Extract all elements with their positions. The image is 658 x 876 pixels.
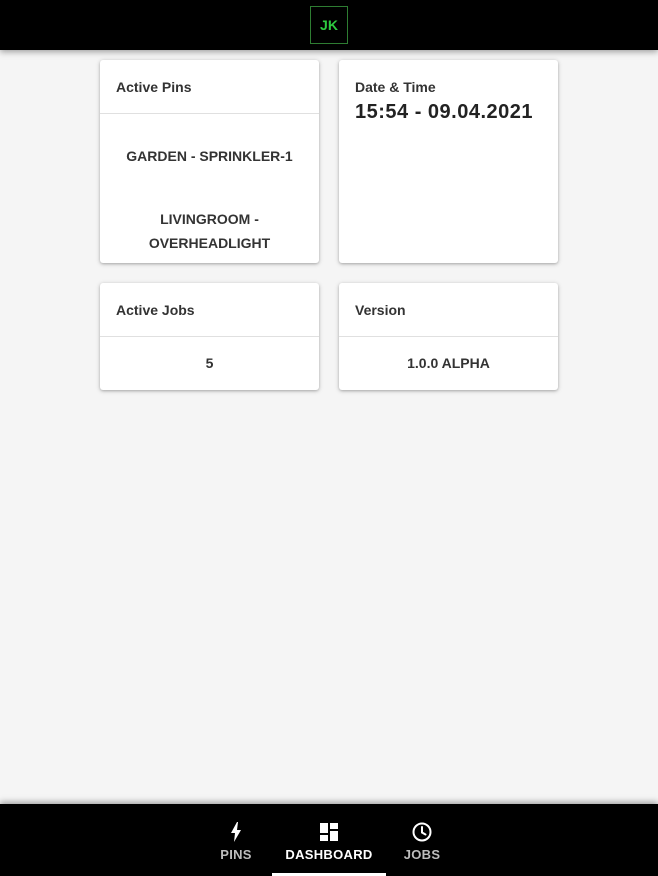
top-app-bar: JK [0,0,658,50]
nav-jobs[interactable]: JOBS [392,804,452,876]
logo-text: JK [320,17,338,33]
active-jobs-card: Active Jobs 5 [100,283,319,390]
active-jobs-count: 5 [205,355,214,371]
current-datetime: 15:54 - 09.04.2021 [355,101,534,123]
pin-item[interactable]: LIVINGROOM - OVERHEADLIGHT [132,207,287,255]
nav-dashboard[interactable]: DASHBOARD [272,804,386,876]
pin-item[interactable]: GARDEN - SPRINKLER-1 [116,144,303,168]
version-value: 1.0.0 ALPHA [407,355,490,371]
bolt-icon [230,821,242,843]
bottom-navigation: PINS DASHBOARD JOBS [0,804,658,876]
app-logo[interactable]: JK [310,6,348,44]
datetime-card: Date & Time 15:54 - 09.04.2021 [339,60,558,263]
nav-label: DASHBOARD [285,846,373,862]
active-pins-card: Active Pins GARDEN - SPRINKLER-1 LIVINGR… [100,60,319,263]
nav-label: PINS [220,846,252,862]
version-card: Version 1.0.0 ALPHA [339,283,558,390]
clock-icon [412,821,432,843]
card-title: Active Pins [100,60,319,114]
card-title: Active Jobs [100,283,319,337]
card-title: Version [339,283,558,337]
nav-label: JOBS [403,846,441,862]
dashboard-icon [320,821,338,843]
nav-pins[interactable]: PINS [206,804,266,876]
